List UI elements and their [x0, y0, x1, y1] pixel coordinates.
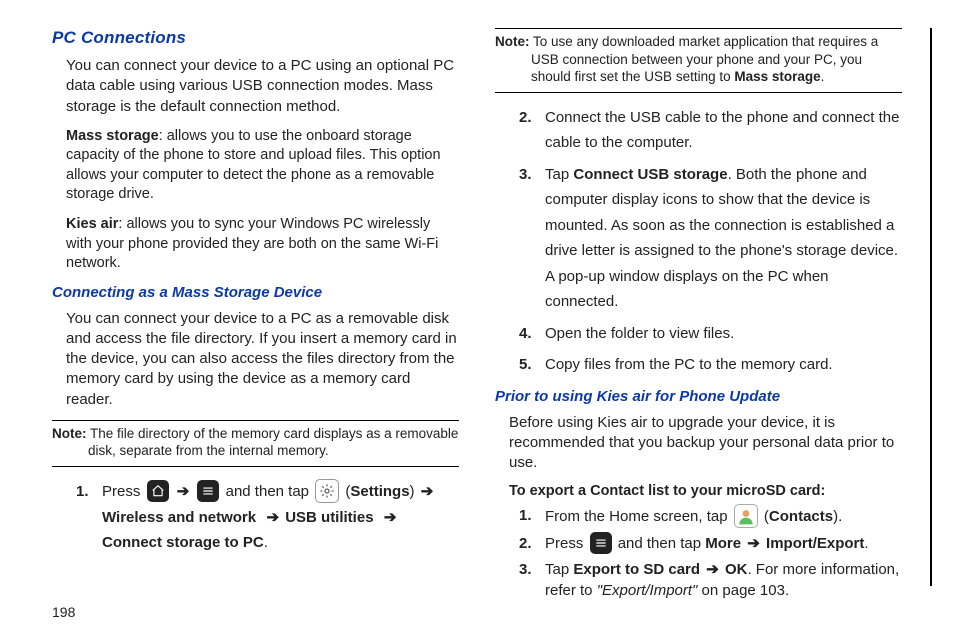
e2-text-b: and then tap	[618, 535, 706, 552]
subsection-heading: Prior to using Kies air for Phone Update	[495, 388, 902, 405]
step-3: 3. Tap Connect USB storage. Both the pho…	[519, 162, 902, 315]
subsection-heading: Connecting as a Mass Storage Device	[52, 284, 459, 301]
step3-text-d: A pop-up window displays on the PC when …	[545, 268, 829, 311]
step3-text-a: Tap	[545, 166, 573, 183]
step-4: 4. Open the folder to view files.	[519, 321, 902, 347]
step-number: 2.	[519, 105, 532, 131]
step4-text: Open the folder to view files.	[545, 325, 734, 342]
menu-icon	[590, 532, 612, 554]
e2-text-a: Press	[545, 535, 588, 552]
settings-icon	[315, 479, 339, 503]
export-sd-label: Export to SD card	[573, 561, 700, 578]
e3-text-a: Tap	[545, 561, 573, 578]
kies-air-text: : allows you to sync your Windows PC wir…	[66, 216, 438, 271]
page-edge-rule	[930, 28, 932, 586]
contacts-icon	[734, 504, 758, 528]
e1-text: From the Home screen, tap	[545, 508, 732, 525]
subsection-body: You can connect your device to a PC as a…	[52, 309, 459, 410]
step-1: 1. Press ➔ and then tap (Settings) ➔	[76, 479, 459, 556]
right-column: Note: To use any downloaded market appli…	[495, 28, 902, 605]
export-step-3: 3. Tap Export to SD card ➔ OK. For more …	[519, 559, 902, 601]
export-heading: To export a Contact list to your microSD…	[495, 483, 902, 499]
arrow-icon: ➔	[175, 483, 192, 500]
section-heading: PC Connections	[52, 28, 459, 48]
more-label: More	[705, 535, 741, 552]
kies-air-paragraph: Kies air: allows you to sync your Window…	[52, 215, 459, 274]
left-column: PC Connections You can connect your devi…	[52, 28, 459, 605]
arrow-icon: ➔	[264, 509, 281, 526]
step5-text: Copy files from the PC to the memory car…	[545, 356, 833, 373]
arrow-icon: ➔	[745, 535, 762, 552]
step-2: 2. Connect the USB cable to the phone an…	[519, 105, 902, 156]
note-block: Note: To use any downloaded market appli…	[495, 28, 902, 93]
step-number: 3.	[519, 559, 532, 580]
ok-label: OK	[725, 561, 748, 578]
step1-text-b: and then tap	[226, 483, 314, 500]
note-block: Note: The file directory of the memory c…	[52, 420, 459, 467]
page-number: 198	[52, 604, 75, 620]
step1-text-a: Press	[102, 483, 145, 500]
manual-page: PC Connections You can connect your devi…	[0, 0, 954, 636]
export-step-1: 1. From the Home screen, tap (Contacts).	[519, 505, 902, 529]
step-number: 1.	[76, 479, 89, 505]
kies-air-label: Kies air	[66, 216, 118, 232]
note-text-a: To use any downloaded market application…	[530, 34, 879, 84]
mass-storage-label: Mass storage	[66, 128, 159, 144]
wireless-network-label: Wireless and network	[102, 509, 256, 526]
e3-text-f: on page 103.	[697, 582, 789, 599]
export-step-2: 2. Press and then tap More ➔ Import/Expo…	[519, 533, 902, 555]
home-icon	[147, 480, 169, 502]
two-column-layout: PC Connections You can connect your devi…	[52, 28, 902, 605]
note-text: The file directory of the memory card di…	[87, 426, 459, 459]
menu-icon	[197, 480, 219, 502]
usb-utilities-label: USB utilities	[285, 509, 373, 526]
arrow-icon: ➔	[382, 509, 399, 526]
export-steps: 1. From the Home screen, tap (Contacts).…	[495, 505, 902, 601]
connect-storage-label: Connect storage to PC	[102, 534, 264, 551]
note-label: Note:	[52, 426, 87, 441]
step-5: 5. Copy files from the PC to the memory …	[519, 352, 902, 378]
step-number: 4.	[519, 321, 532, 347]
steps-list-continued: 2. Connect the USB cable to the phone an…	[495, 105, 902, 378]
arrow-icon: ➔	[419, 483, 436, 500]
step-number: 5.	[519, 352, 532, 378]
step-number: 1.	[519, 505, 532, 526]
steps-list: 1. Press ➔ and then tap (Settings) ➔	[52, 479, 459, 556]
connect-usb-storage-label: Connect USB storage	[573, 166, 727, 183]
settings-label: Settings	[350, 483, 409, 500]
subsection-body: Before using Kies air to upgrade your de…	[495, 413, 902, 474]
contacts-label: Contacts	[769, 508, 833, 525]
note-label: Note:	[495, 34, 530, 49]
export-import-ref: "Export/Import"	[597, 582, 698, 599]
import-export-label: Import/Export	[766, 535, 864, 552]
step-number: 2.	[519, 533, 532, 554]
step2-text: Connect the USB cable to the phone and c…	[545, 109, 899, 152]
intro-paragraph: You can connect your device to a PC usin…	[52, 56, 459, 117]
mass-storage-paragraph: Mass storage: allows you to use the onbo…	[52, 127, 459, 205]
step-number: 3.	[519, 162, 532, 188]
arrow-icon: ➔	[704, 561, 721, 578]
mass-storage-bold: Mass storage	[734, 69, 820, 84]
